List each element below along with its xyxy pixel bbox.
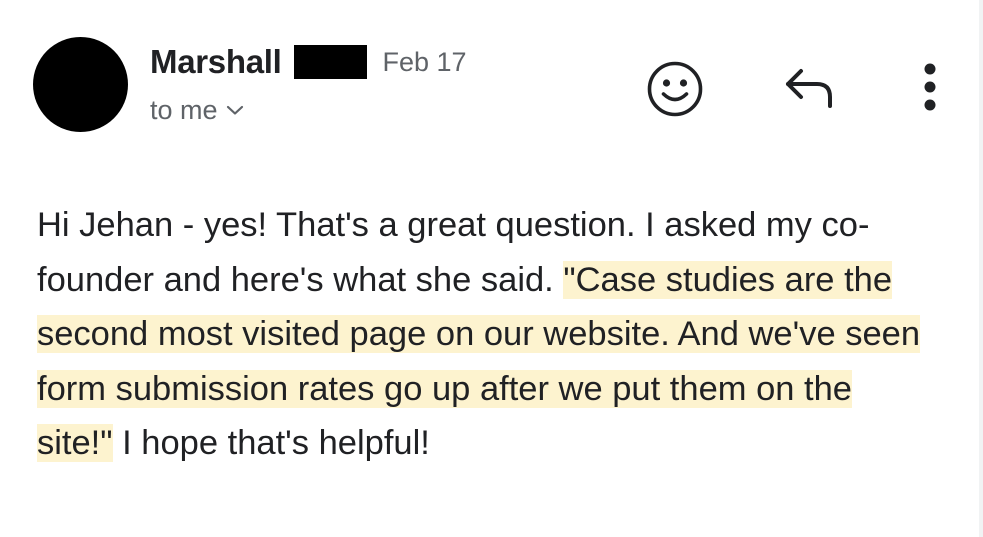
message-date: Feb 17 [382,46,467,77]
smiley-icon [646,60,704,118]
more-options-button[interactable] [910,56,950,118]
chevron-down-icon[interactable] [226,104,244,116]
sender-name[interactable]: Marshall [150,43,282,81]
recipient-label: to me [150,94,218,125]
redaction-bar [293,45,367,79]
add-reaction-button[interactable] [644,58,706,120]
scroll-edge [979,0,983,537]
avatar[interactable] [33,37,128,132]
more-vertical-icon [922,61,938,113]
reply-arrow-icon [783,66,839,110]
sender-row: Marshall Feb 17 [150,40,467,84]
reply-button[interactable] [780,60,842,116]
message-outro: I hope that's helpful! [112,424,430,462]
message-body: Hi Jehan - yes! That's a great question.… [37,198,937,471]
recipient-details-toggle[interactable]: to me [150,92,244,128]
